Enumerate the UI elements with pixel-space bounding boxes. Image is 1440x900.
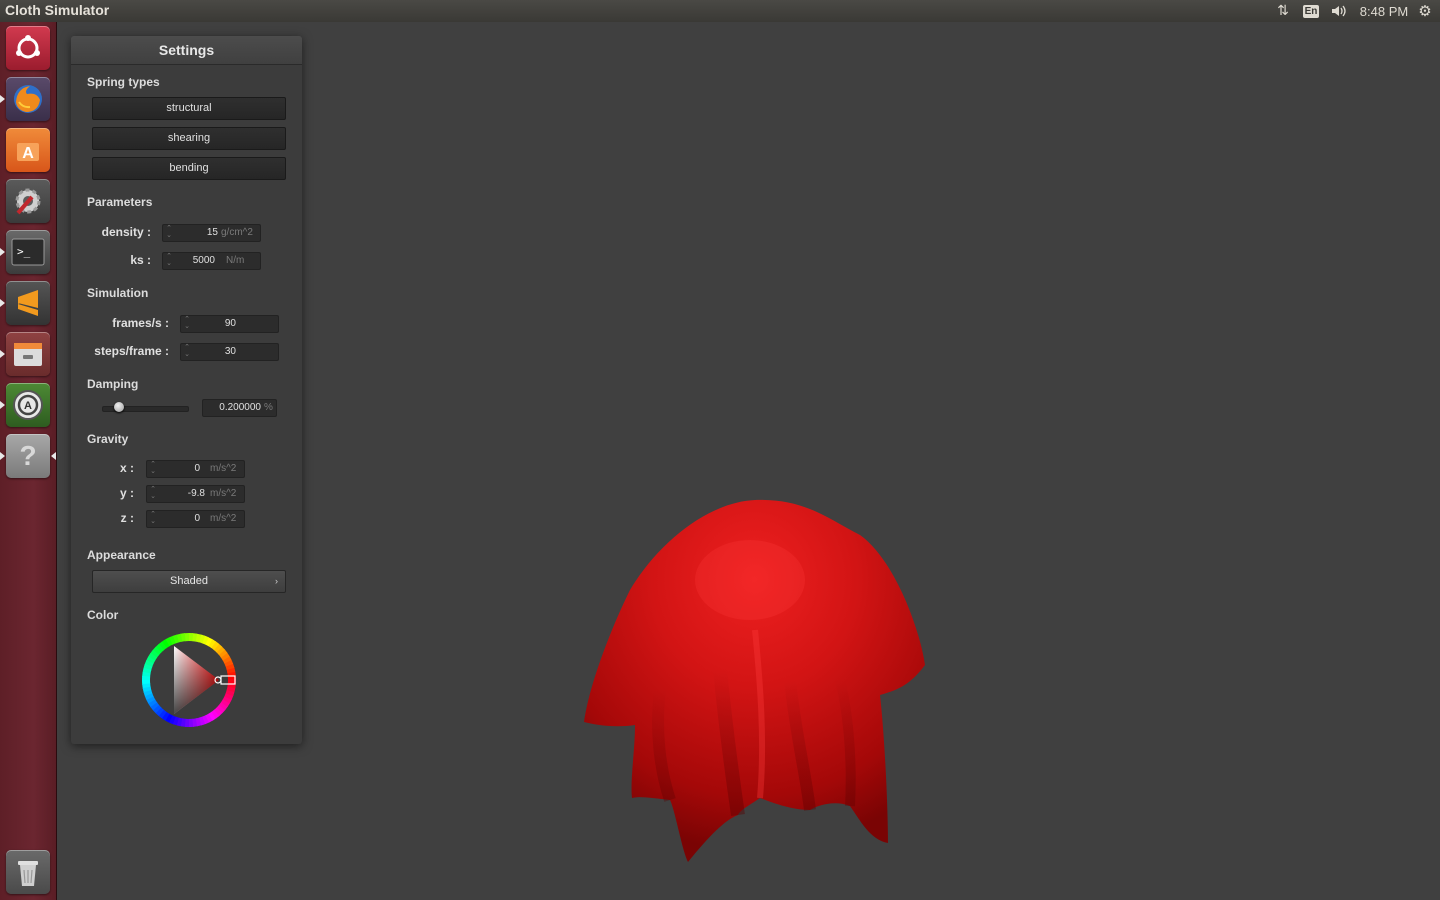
- density-value: 15: [206, 227, 218, 238]
- damping-field[interactable]: 0.200000 %: [202, 399, 277, 417]
- spin-arrows-icon[interactable]: ⌃ ⌄: [150, 486, 156, 500]
- keyboard-language-indicator[interactable]: En: [1301, 0, 1321, 22]
- language-label: En: [1302, 4, 1320, 18]
- window-title: Cloth Simulator: [5, 2, 110, 18]
- launcher: A >_ A ?: [0, 22, 57, 900]
- running-indicator: [0, 95, 5, 103]
- gravity-z-unit: m/s^2: [210, 513, 237, 524]
- spin-arrows-icon[interactable]: ⌃ ⌄: [150, 511, 156, 525]
- gravity-z-label: z :: [120, 511, 134, 525]
- gravity-x-unit: m/s^2: [210, 463, 237, 474]
- svg-text:>_: >_: [17, 245, 31, 258]
- software-center-icon[interactable]: A: [6, 128, 50, 172]
- focused-indicator: [51, 452, 56, 460]
- terminal-icon[interactable]: >_: [6, 230, 50, 274]
- system-settings-icon[interactable]: [6, 179, 50, 223]
- appearance-selected: Shaded: [170, 575, 208, 587]
- gravity-y-spinbox[interactable]: ⌃ ⌄ -9.8 m/s^2: [146, 485, 245, 503]
- files-icon[interactable]: [6, 332, 50, 376]
- spin-arrows-icon[interactable]: ⌃ ⌄: [166, 253, 172, 267]
- spring-types-heading: Spring types: [87, 75, 160, 89]
- ks-value: 5000: [192, 255, 215, 266]
- gravity-y-unit: m/s^2: [210, 488, 237, 499]
- steps-spinbox[interactable]: ⌃ ⌄ 30: [180, 343, 279, 361]
- bending-button[interactable]: bending: [92, 157, 286, 180]
- damping-heading: Damping: [87, 377, 139, 391]
- ks-spinbox[interactable]: ⌃ ⌄ 5000 N/m: [162, 252, 261, 270]
- clock[interactable]: 8:48 PM: [1358, 0, 1410, 22]
- firefox-icon[interactable]: [6, 77, 50, 121]
- running-indicator: [0, 350, 5, 358]
- ubuntu-dash-icon[interactable]: [6, 26, 50, 70]
- gravity-y-value: -9.8: [187, 488, 205, 499]
- help-icon[interactable]: ?: [6, 434, 50, 478]
- fps-spinbox[interactable]: ⌃ ⌄ 90: [180, 315, 279, 333]
- structural-button[interactable]: structural: [92, 97, 286, 120]
- steps-label: steps/frame :: [94, 344, 169, 358]
- appearance-select[interactable]: Shaded ›: [92, 570, 286, 593]
- gravity-x-spinbox[interactable]: ⌃ ⌄ 0 m/s^2: [146, 460, 245, 478]
- fps-value: 90: [224, 318, 236, 329]
- chevron-right-icon: ›: [275, 576, 278, 586]
- gravity-z-value: 0: [194, 513, 200, 524]
- spin-arrows-icon[interactable]: ⌃ ⌄: [184, 344, 190, 358]
- steps-value: 30: [224, 346, 236, 357]
- damping-value: 0.200000: [219, 402, 261, 413]
- density-spinbox[interactable]: ⌃ ⌄ 15 g/cm^2: [162, 224, 261, 242]
- gravity-heading: Gravity: [87, 432, 129, 446]
- svg-text:A: A: [22, 145, 34, 162]
- damping-unit: %: [264, 402, 273, 413]
- gravity-y-label: y :: [119, 486, 134, 500]
- sublime-text-icon[interactable]: [6, 281, 50, 325]
- running-indicator: [0, 401, 5, 409]
- color-heading: Color: [87, 608, 119, 622]
- running-indicator: [0, 452, 5, 460]
- gear-icon[interactable]: ⚙: [1416, 0, 1434, 22]
- settings-panel: Settings Spring types structural shearin…: [71, 36, 302, 744]
- volume-icon[interactable]: [1328, 0, 1350, 22]
- trash-icon[interactable]: [6, 850, 50, 894]
- svg-text:A: A: [24, 400, 32, 412]
- network-updown-icon[interactable]: ⇅: [1274, 0, 1292, 22]
- density-unit: g/cm^2: [221, 227, 253, 238]
- settings-title: Settings: [71, 36, 302, 65]
- gravity-x-label: x :: [119, 461, 134, 475]
- spin-arrows-icon[interactable]: ⌃ ⌄: [150, 461, 156, 475]
- cloth-render[interactable]: [560, 480, 950, 884]
- gravity-x-value: 0: [194, 463, 200, 474]
- top-panel: Cloth Simulator ⇅ En 8:48 PM ⚙: [0, 0, 1440, 22]
- appearance-heading: Appearance: [87, 548, 156, 562]
- damping-slider-handle[interactable]: [114, 402, 124, 412]
- simulation-heading: Simulation: [87, 286, 149, 300]
- shearing-button[interactable]: shearing: [92, 127, 286, 150]
- software-updater-icon[interactable]: A: [6, 383, 50, 427]
- spin-arrows-icon[interactable]: ⌃ ⌄: [184, 316, 190, 330]
- ks-unit: N/m: [226, 255, 245, 266]
- ks-label: ks :: [130, 253, 151, 267]
- spin-arrows-icon[interactable]: ⌃ ⌄: [166, 225, 172, 239]
- color-wheel[interactable]: [139, 630, 239, 734]
- running-indicator: [0, 299, 5, 307]
- gravity-z-spinbox[interactable]: ⌃ ⌄ 0 m/s^2: [146, 510, 245, 528]
- density-label: density :: [101, 225, 151, 239]
- fps-label: frames/s :: [112, 316, 169, 330]
- parameters-heading: Parameters: [87, 195, 153, 209]
- running-indicator: [0, 248, 5, 256]
